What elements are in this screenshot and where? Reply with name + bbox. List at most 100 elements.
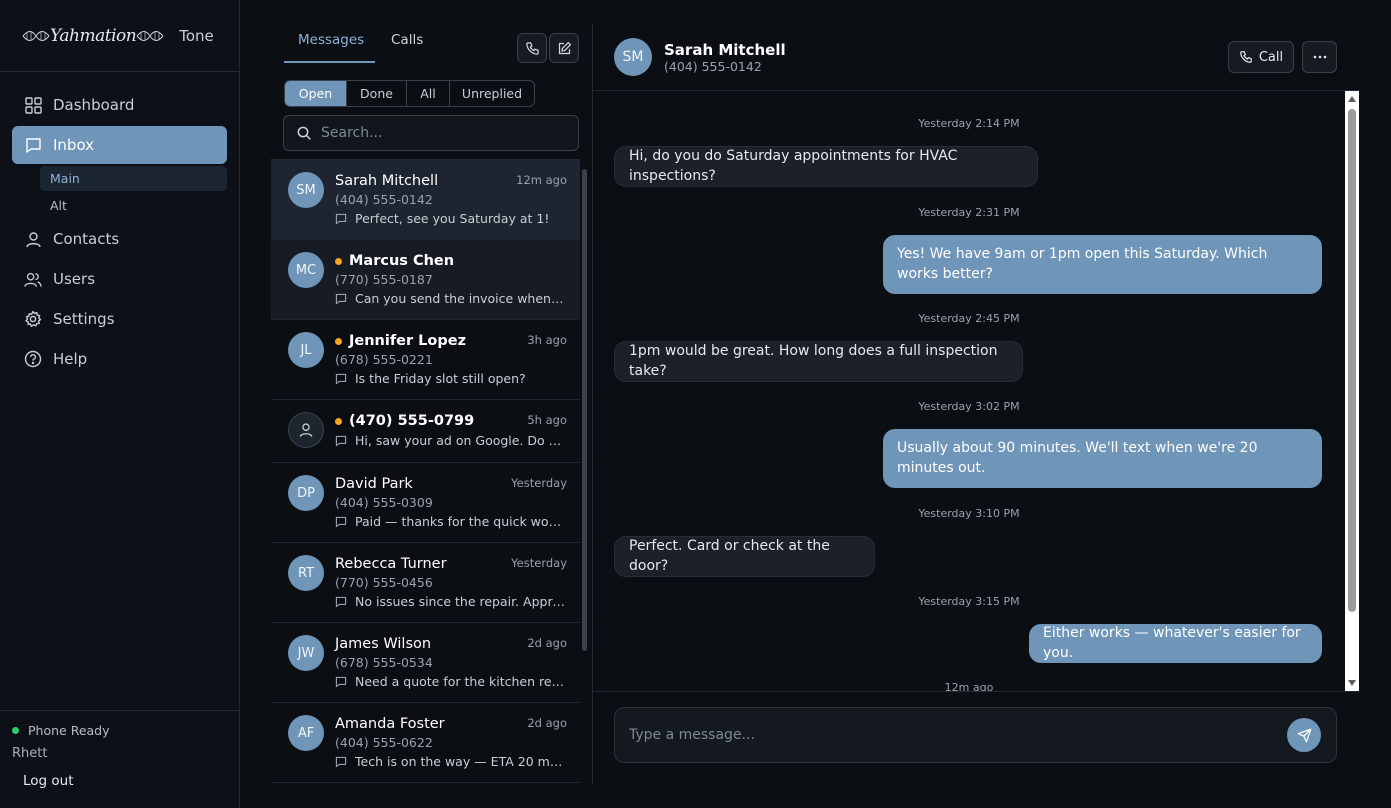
message-input-box (614, 707, 1337, 763)
call-button[interactable]: Call (1228, 41, 1294, 73)
nav-item-users[interactable]: Users (12, 260, 227, 298)
phone-status-label: Phone Ready (28, 723, 110, 738)
message-preview: Need a quote for the kitchen remodel ple… (335, 674, 565, 689)
conversation-item[interactable]: DP David Park Yesterday (404) 555-0309 P… (271, 463, 580, 543)
tab-calls[interactable]: Calls (391, 32, 423, 48)
conversation-time: 3h ago (527, 333, 567, 347)
conversation-item[interactable]: RT Rebecca Turner Yesterday (770) 555-04… (271, 543, 580, 623)
contact-name: (470) 555-0799 (335, 413, 474, 429)
more-icon (1313, 55, 1326, 59)
send-icon (1297, 728, 1311, 742)
message-preview: No issues since the repair. Appreciate i… (335, 594, 565, 609)
logout-button[interactable]: Log out (12, 773, 227, 789)
incoming-message: 1pm would be great. How long does a full… (614, 341, 1023, 382)
filter-open[interactable]: Open (285, 81, 347, 106)
message-preview-icon (335, 516, 347, 528)
compose-button[interactable] (549, 33, 579, 63)
search-box (283, 115, 579, 151)
contact-phone: (770) 555-0456 (335, 575, 433, 590)
conversation-time: 2d ago (527, 636, 567, 650)
unread-dot-icon (335, 417, 342, 425)
nav-item-settings[interactable]: Settings (12, 300, 227, 338)
contact-phone: (678) 555-0221 (335, 352, 433, 367)
scroll-up-arrow-icon[interactable] (1348, 96, 1356, 102)
conversation-item[interactable]: MC Marcus Chen (770) 555-0187 Can you se… (271, 240, 580, 320)
logo-helix-right-icon (136, 30, 164, 41)
contact-name-text: Jennifer Lopez (349, 333, 467, 349)
contact-name: David Park (335, 476, 413, 492)
tab-messages[interactable]: Messages (298, 32, 364, 48)
avatar: SM (288, 172, 324, 208)
avatar: MC (288, 252, 324, 288)
avatar: RT (288, 555, 324, 591)
nav-label: Help (53, 350, 88, 368)
message-preview-icon (335, 373, 347, 385)
conversation-item[interactable]: JW James Wilson 2d ago (678) 555-0534 Ne… (271, 623, 580, 703)
send-button[interactable] (1287, 718, 1321, 752)
conversation-time: 2d ago (527, 716, 567, 730)
phone-icon (525, 41, 539, 55)
filter-done[interactable]: Done (347, 81, 407, 106)
filter-unreplied[interactable]: Unreplied (450, 81, 534, 106)
nav-item-dashboard[interactable]: Dashboard (12, 86, 227, 124)
message-preview: Perfect, see you Saturday at 1! (335, 211, 565, 226)
scroll-thumb[interactable] (1348, 109, 1356, 612)
product-name: Tone (179, 26, 214, 45)
conversation-item[interactable]: AF Amanda Foster 2d ago (404) 555-0622 T… (271, 703, 580, 783)
message-preview-text: Need a quote for the kitchen remodel ple… (355, 674, 565, 689)
scroll-down-arrow-icon[interactable] (1348, 680, 1356, 686)
sidebar-footer: Phone Ready Rhett Log out (0, 710, 239, 808)
grid-icon (24, 96, 42, 114)
message-timestamp: Yesterday 2:31 PM (918, 206, 1020, 219)
avatar: DP (288, 475, 324, 511)
filter-all[interactable]: All (407, 81, 450, 106)
conversation-time: Yesterday (511, 556, 567, 570)
message-preview: Tech is on the way — ETA 20 min. (335, 754, 565, 769)
conversation-list-scrollbar[interactable] (582, 169, 587, 651)
message-icon (24, 136, 42, 154)
nav-item-help[interactable]: Help (12, 340, 227, 378)
contact-name-text: Rebecca Turner (335, 556, 447, 572)
avatar: AF (288, 715, 324, 751)
message-preview-text: Perfect, see you Saturday at 1! (355, 211, 550, 226)
unknown-contact-icon (299, 423, 313, 437)
conversation-item[interactable]: SM Sarah Mitchell 12m ago (404) 555-0142… (271, 160, 580, 240)
message-thread-scrollbar[interactable] (1345, 91, 1359, 691)
message-preview-text: Tech is on the way — ETA 20 min. (355, 754, 565, 769)
users-icon (24, 270, 42, 288)
conversation-item[interactable]: JL Jennifer Lopez 3h ago (678) 555-0221 … (271, 320, 580, 400)
nav-label: Settings (53, 310, 115, 328)
message-input[interactable] (629, 727, 1276, 743)
chat-panel: SM Sarah Mitchell (404) 555-0142 Call Ye… (593, 24, 1359, 784)
yahmation-logo[interactable]: Yahmation (22, 26, 164, 46)
message-preview-text: No issues since the repair. Appreciate i… (355, 594, 565, 609)
conversation-item[interactable]: (470) 555-0799 5h ago Hi, saw your ad on… (271, 400, 580, 463)
contact-name-text: Sarah Mitchell (335, 173, 439, 189)
message-timestamp: Yesterday 3:15 PM (918, 595, 1020, 608)
subnav-item-main[interactable]: Main (40, 166, 227, 191)
contact-name: Sarah Mitchell (335, 173, 438, 189)
subnav-item-alt[interactable]: Alt (40, 193, 227, 218)
more-options-button[interactable] (1302, 41, 1337, 73)
outgoing-message: Either works — whatever's easier for you… (1029, 624, 1322, 663)
logo-helix-left-icon (22, 30, 50, 41)
nav-item-inbox[interactable]: Inbox (12, 126, 227, 164)
brand: Yahmation Tone (0, 0, 239, 72)
contact-phone: (404) 555-0622 (335, 735, 433, 750)
current-user: Rhett (12, 746, 48, 761)
phone-icon (1240, 51, 1252, 63)
unread-dot-icon (335, 337, 342, 345)
message-preview-text: Paid — thanks for the quick work! (355, 514, 565, 529)
nav-item-contacts[interactable]: Contacts (12, 220, 227, 258)
avatar: JW (288, 635, 324, 671)
search-icon (297, 126, 311, 140)
search-input[interactable] (321, 125, 578, 141)
nav-label: Contacts (53, 230, 120, 248)
nav-label: Dashboard (53, 96, 135, 114)
contact-name-text: James Wilson (335, 636, 432, 652)
message-preview-icon (335, 435, 347, 447)
message-preview-icon (335, 293, 347, 305)
contact-name-text: Amanda Foster (335, 716, 445, 732)
new-call-button[interactable] (517, 33, 547, 63)
message-preview: Can you send the invoice when you get a … (335, 291, 565, 306)
